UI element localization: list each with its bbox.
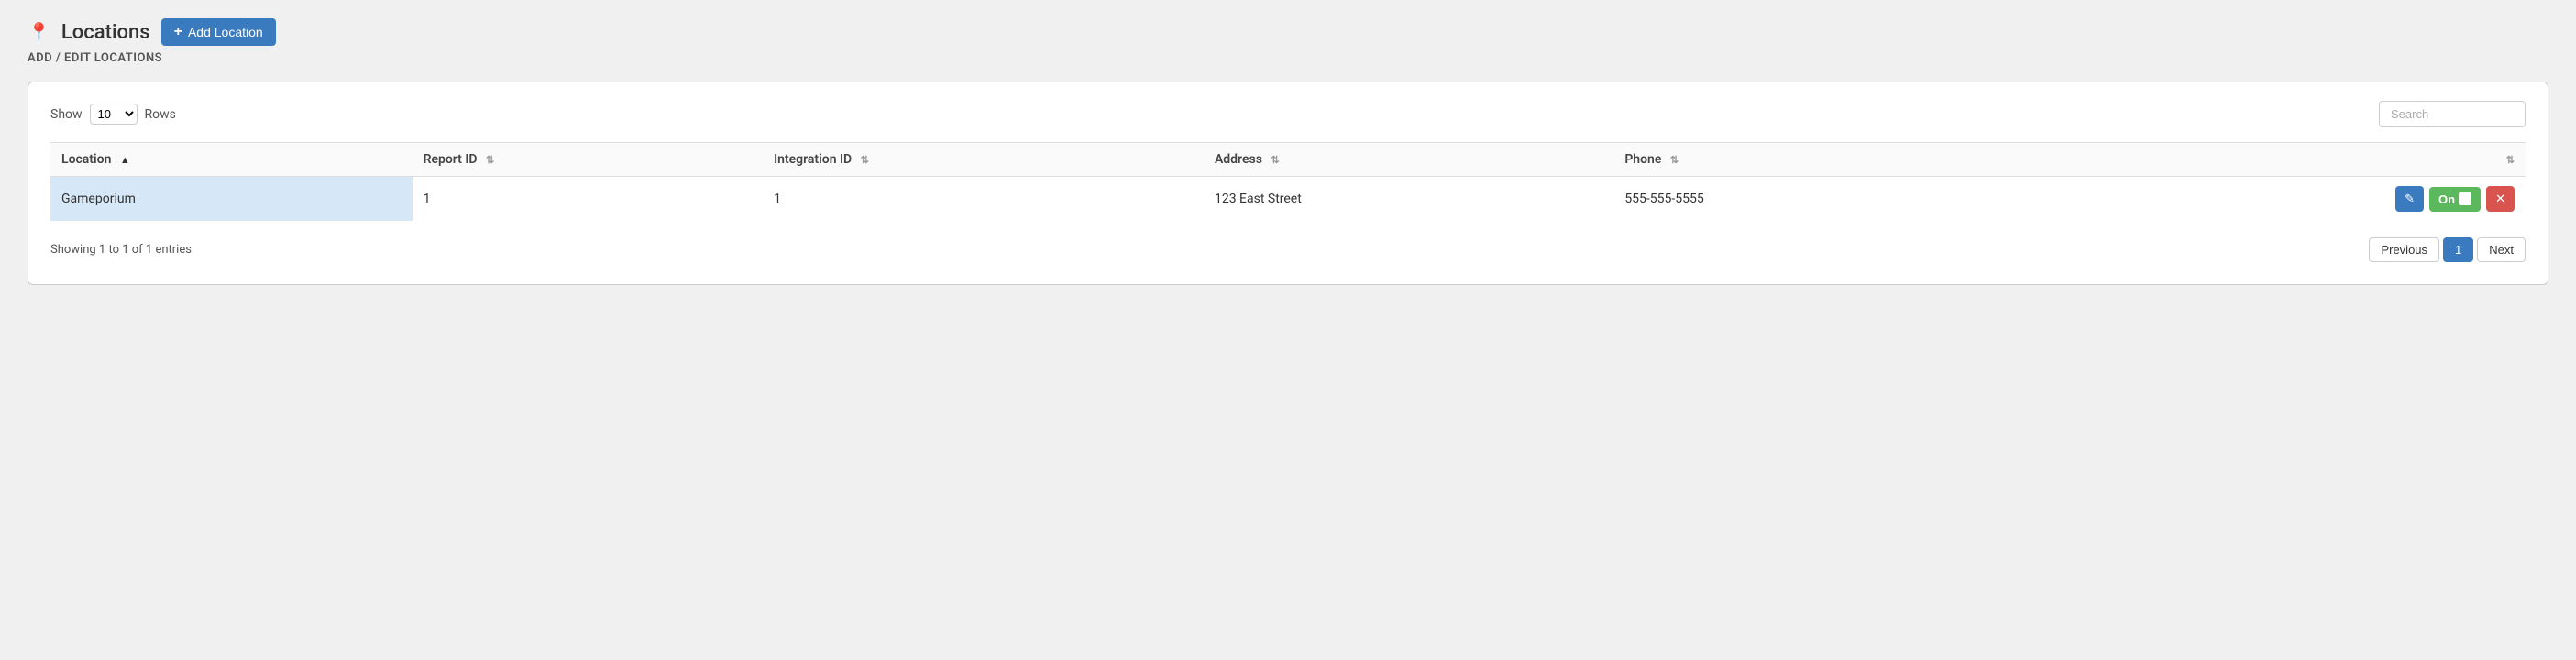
search-input[interactable] — [2379, 101, 2526, 127]
action-buttons: ✎ On ✕ — [2006, 186, 2515, 212]
sort-icon-actions: ⇅ — [2506, 154, 2515, 166]
next-button[interactable]: Next — [2477, 237, 2526, 262]
col-integration-id-label: Integration ID — [774, 152, 852, 167]
table-row: Gameporium 1 1 123 East Street 555-555-5… — [50, 177, 2526, 222]
rows-select[interactable]: 10 5 25 50 100 — [90, 104, 138, 125]
page-title: Locations — [61, 21, 150, 44]
show-label: Show — [50, 107, 83, 122]
add-location-button[interactable]: + Add Location — [161, 18, 276, 46]
sub-title: ADD / EDIT LOCATIONS — [28, 51, 2548, 65]
col-address-label: Address — [1215, 152, 1262, 167]
cell-phone: 555-555-5555 — [1613, 177, 1995, 222]
pagination: Previous 1 Next — [2369, 237, 2526, 262]
col-location-label: Location — [61, 152, 111, 167]
delete-button[interactable]: ✕ — [2486, 186, 2515, 212]
col-phone[interactable]: Phone ⇅ — [1613, 143, 1995, 177]
delete-icon: ✕ — [2495, 192, 2505, 205]
previous-button[interactable]: Previous — [2369, 237, 2439, 262]
show-rows-control: Show 10 5 25 50 100 Rows — [50, 104, 176, 125]
cell-actions: ✎ On ✕ — [1995, 177, 2526, 222]
col-address[interactable]: Address ⇅ — [1204, 143, 1613, 177]
table-header-row: Location ▲ Report ID ⇅ Integration ID ⇅ … — [50, 143, 2526, 177]
col-actions: ⇅ — [1995, 143, 2526, 177]
entries-info: Showing 1 to 1 of 1 entries — [50, 243, 192, 257]
cell-location: Gameporium — [50, 177, 413, 222]
cell-integration-id: 1 — [763, 177, 1204, 222]
edit-icon: ✎ — [2405, 192, 2415, 205]
toggle-button[interactable]: On — [2429, 187, 2481, 212]
toggle-switch-indicator — [2459, 192, 2471, 205]
edit-button[interactable]: ✎ — [2395, 186, 2424, 212]
rows-label: Rows — [145, 107, 176, 122]
table-controls: Show 10 5 25 50 100 Rows — [50, 101, 2526, 127]
page-1-button[interactable]: 1 — [2443, 237, 2473, 262]
plus-icon: + — [174, 24, 182, 40]
location-icon: 📍 — [28, 21, 50, 43]
main-card: Show 10 5 25 50 100 Rows Location ▲ Repo… — [28, 82, 2548, 285]
sort-icon-address: ⇅ — [1271, 154, 1279, 166]
sort-icon-report-id: ⇅ — [486, 154, 494, 166]
page-header: 📍 Locations + Add Location — [28, 18, 2548, 46]
col-phone-label: Phone — [1624, 152, 1661, 167]
sort-icon-location: ▲ — [120, 154, 130, 166]
col-integration-id[interactable]: Integration ID ⇅ — [763, 143, 1204, 177]
cell-report-id: 1 — [413, 177, 764, 222]
col-location[interactable]: Location ▲ — [50, 143, 413, 177]
table-footer: Showing 1 to 1 of 1 entries Previous 1 N… — [50, 237, 2526, 262]
col-report-id-label: Report ID — [424, 152, 478, 167]
locations-table: Location ▲ Report ID ⇅ Integration ID ⇅ … — [50, 142, 2526, 221]
sort-icon-phone: ⇅ — [1670, 154, 1679, 166]
add-location-label: Add Location — [188, 25, 263, 39]
col-report-id[interactable]: Report ID ⇅ — [413, 143, 764, 177]
sort-icon-integration-id: ⇅ — [861, 154, 869, 166]
cell-address: 123 East Street — [1204, 177, 1613, 222]
toggle-label: On — [2438, 192, 2455, 206]
